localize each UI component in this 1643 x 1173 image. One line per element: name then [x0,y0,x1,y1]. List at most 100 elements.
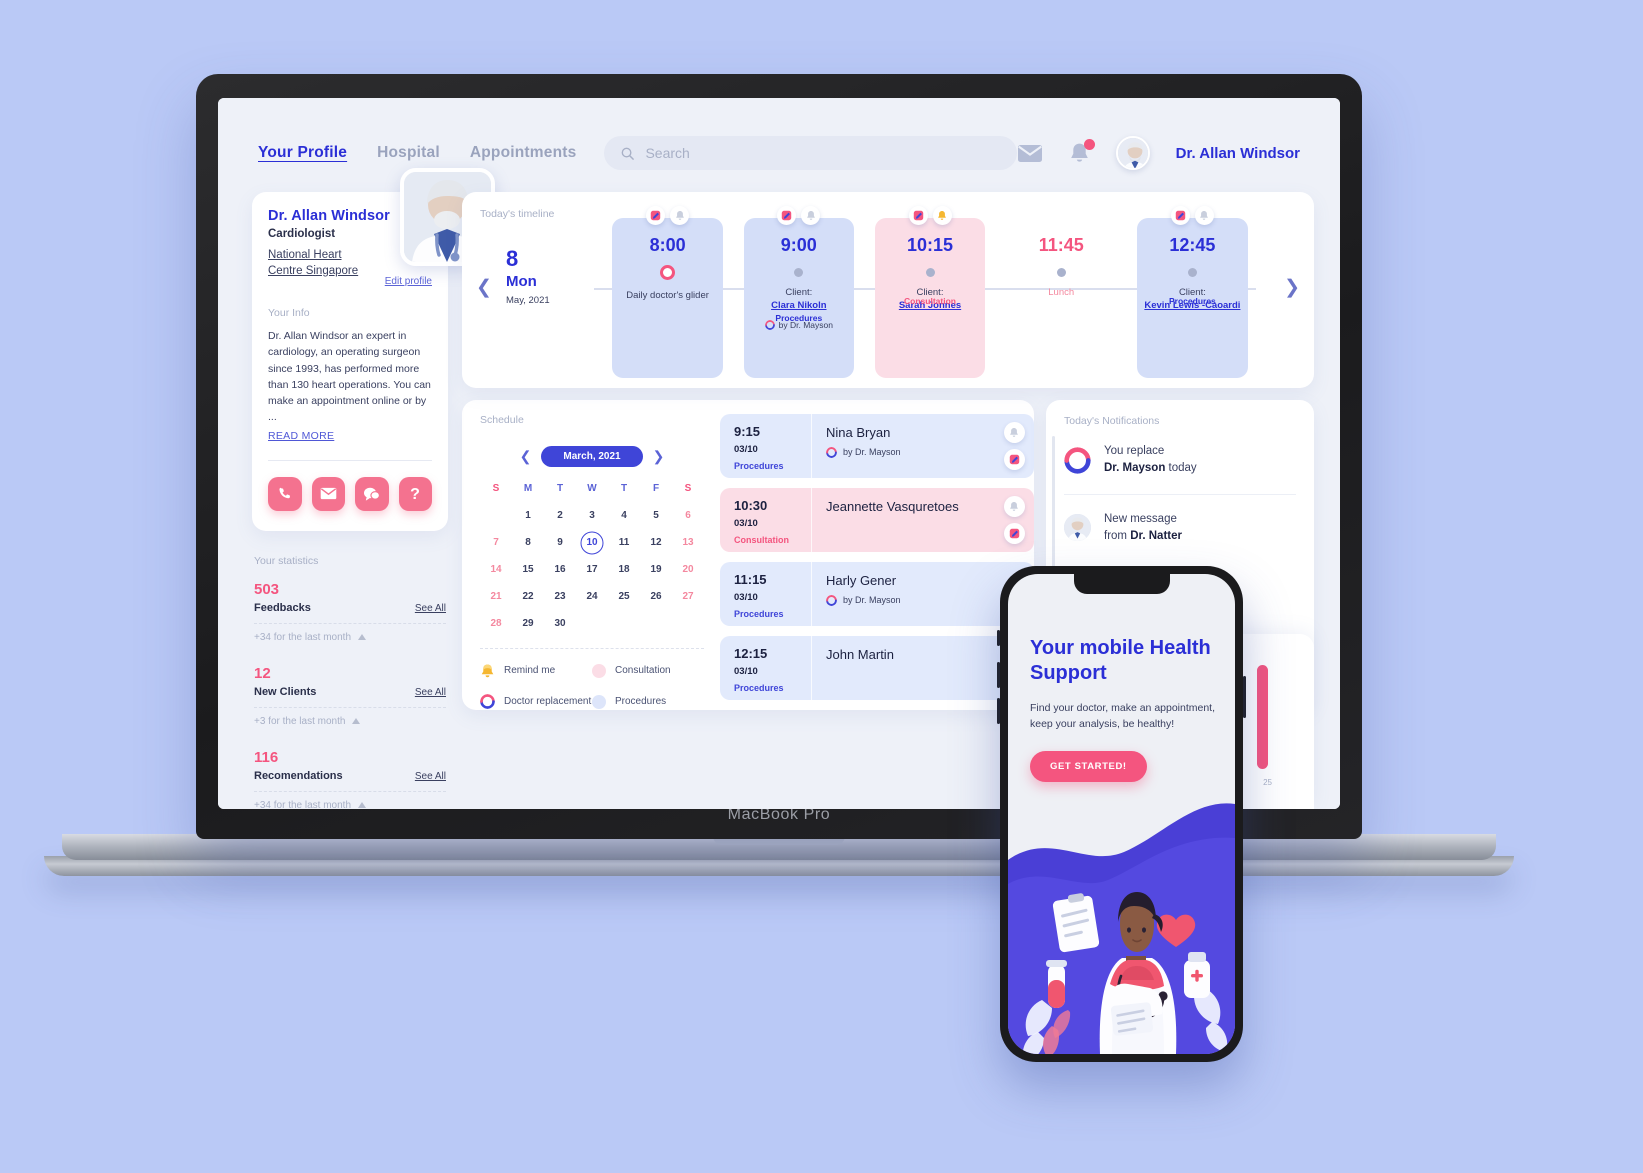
notification-item[interactable]: You replace Dr. Mayson today [1064,427,1296,494]
help-button[interactable]: ? [398,476,432,511]
calendar-day[interactable]: 29 [512,614,544,634]
note-icon[interactable] [646,206,666,225]
header-user-name[interactable]: Dr. Allan Windsor [1176,145,1300,162]
nav-item-your-profile[interactable]: Your Profile [258,144,347,162]
calendar-day[interactable]: 8 [512,533,544,553]
calendar-day[interactable]: 26 [640,587,672,607]
timeline-next-button[interactable]: ❯ [1284,276,1300,299]
calendar-day[interactable] [640,614,672,634]
calendar-grid: S M T W T F S 1 2 3 4 5 6 7 8 9 10 11 12… [480,483,704,634]
get-started-button[interactable]: GET STARTED! [1030,750,1147,782]
see-all-link[interactable]: See All [415,771,446,782]
calendar-day[interactable]: 9 [544,533,576,553]
bell-icon[interactable] [1194,206,1214,225]
nav-item-appointments[interactable]: Appointments [470,144,577,162]
see-all-link[interactable]: See All [415,687,446,698]
calendar-day[interactable] [480,506,512,526]
calendar-day[interactable]: 21 [480,587,512,607]
notification-line1: You replace [1104,445,1165,457]
calendar-day[interactable]: 23 [544,587,576,607]
bell-alert-icon[interactable] [932,206,952,225]
appointment-row[interactable]: 11:15 03/10 Procedures Harly Gener by Dr… [720,562,1034,626]
bell-icon[interactable] [1003,422,1025,443]
calendar-day[interactable]: 1 [512,506,544,526]
calendar-day[interactable]: 15 [512,560,544,580]
calendar-next-button[interactable]: ❯ [653,448,665,465]
schedule-legend: Remind me Consultation Doctor replacemen… [480,663,704,710]
note-icon[interactable] [777,206,797,225]
slot-marker [925,268,935,277]
calendar-day[interactable]: 7 [480,533,512,553]
calendar-day[interactable]: 16 [544,560,576,580]
phone-hero-copy: Your mobile Health Support Find your doc… [1030,636,1219,782]
calendar-day[interactable]: 14 [480,560,512,580]
appointment-time-block: 12:15 03/10 Procedures [720,636,812,700]
calendar-day[interactable]: 11 [608,533,640,553]
calendar-day[interactable]: 24 [576,587,608,607]
slot-icons [1170,206,1214,225]
power-button[interactable] [1243,676,1246,718]
notification-item[interactable]: New message from Dr. Natter [1064,493,1296,562]
calendar-day[interactable]: 2 [544,506,576,526]
email-button[interactable] [311,476,345,511]
calendar-day[interactable]: 6 [672,506,704,526]
bell-icon[interactable] [670,206,690,225]
appointment-row[interactable]: 9:15 03/10 Procedures Nina Bryan by Dr. … [720,414,1034,478]
mail-button[interactable] [1017,144,1043,163]
profile-hospital[interactable]: National Heart Centre Singapore [268,248,360,279]
trend-up-icon [358,802,367,809]
timeline-slot-1145-lunch[interactable]: 11:45 Lunch [996,202,1127,378]
chat-button[interactable] [355,476,389,511]
legend-label: Consultation [615,665,671,676]
search-input[interactable]: Search [604,136,1017,170]
calendar-day[interactable] [576,614,608,634]
main-nav: Your Profile Hospital Appointments [258,144,576,162]
calendar-day[interactable]: 20 [672,560,704,580]
replacement-icon [764,319,775,330]
edit-profile-link[interactable]: Edit profile [385,276,432,287]
note-icon[interactable] [1003,523,1025,544]
timeline-slot-1015[interactable]: 10:15 Client: Sarah Jonnes Consultation [864,202,995,378]
timeline-slot-1245[interactable]: 12:45 Client: Kevin Lewis -Caoardi Proce… [1127,202,1258,378]
calendar-prev-button[interactable]: ❮ [520,448,532,465]
calendar-day[interactable] [608,614,640,634]
calendar-day[interactable]: 3 [576,506,608,526]
appointment-row[interactable]: 10:30 03/10 Consultation Jeannette Vasqu… [720,488,1034,552]
timeline-slot-900[interactable]: 9:00 Client: Clara Nikoln by Dr. Mayson … [733,202,864,378]
note-icon[interactable] [908,206,928,225]
calendar-day[interactable]: 13 [672,533,704,553]
calendar-day[interactable]: 5 [640,506,672,526]
bell-icon[interactable] [801,206,821,225]
read-more-link[interactable]: READ MORE [268,430,334,442]
stat-new-clients: 12 New Clients See All +3 for the last m… [254,665,446,727]
call-button[interactable] [268,476,302,511]
calendar-day[interactable]: 18 [608,560,640,580]
calendar-day[interactable]: 12 [640,533,672,553]
appointment-row[interactable]: 12:15 03/10 Procedures John Martin [720,636,1034,700]
legend-doctor-replacement: Doctor replacement [480,694,592,709]
calendar-day[interactable]: 17 [576,560,608,580]
bell-icon[interactable] [1003,496,1025,517]
calendar-day[interactable]: 22 [512,587,544,607]
calendar-day-selected[interactable]: 10 [576,533,608,553]
calendar-day[interactable]: 27 [672,587,704,607]
appointments-list[interactable]: 9:15 03/10 Procedures Nina Bryan by Dr. … [720,414,1034,710]
timeline-slot-800[interactable]: 8:00 Daily doctor's glider [602,202,733,378]
left-column: Dr. Allan Windsor Cardiologist National … [252,168,495,809]
calendar-month-label[interactable]: March, 2021 [541,446,643,467]
notifications-button[interactable] [1069,138,1095,165]
calendar-day[interactable]: 19 [640,560,672,580]
nav-item-hospital[interactable]: Hospital [377,144,440,162]
timeline-prev-button[interactable]: ❮ [476,276,492,299]
see-all-link[interactable]: See All [415,603,446,614]
notifications-scrollbar[interactable] [1052,436,1055,586]
calendar-day[interactable]: 25 [608,587,640,607]
calendar-day[interactable] [672,614,704,634]
slot-client-link[interactable]: Clara Nikoln [771,300,826,313]
note-icon[interactable] [1170,206,1190,225]
calendar-day[interactable]: 30 [544,614,576,634]
note-icon[interactable] [1003,449,1025,470]
avatar[interactable] [1115,136,1150,170]
calendar-day[interactable]: 4 [608,506,640,526]
calendar-day[interactable]: 28 [480,614,512,634]
